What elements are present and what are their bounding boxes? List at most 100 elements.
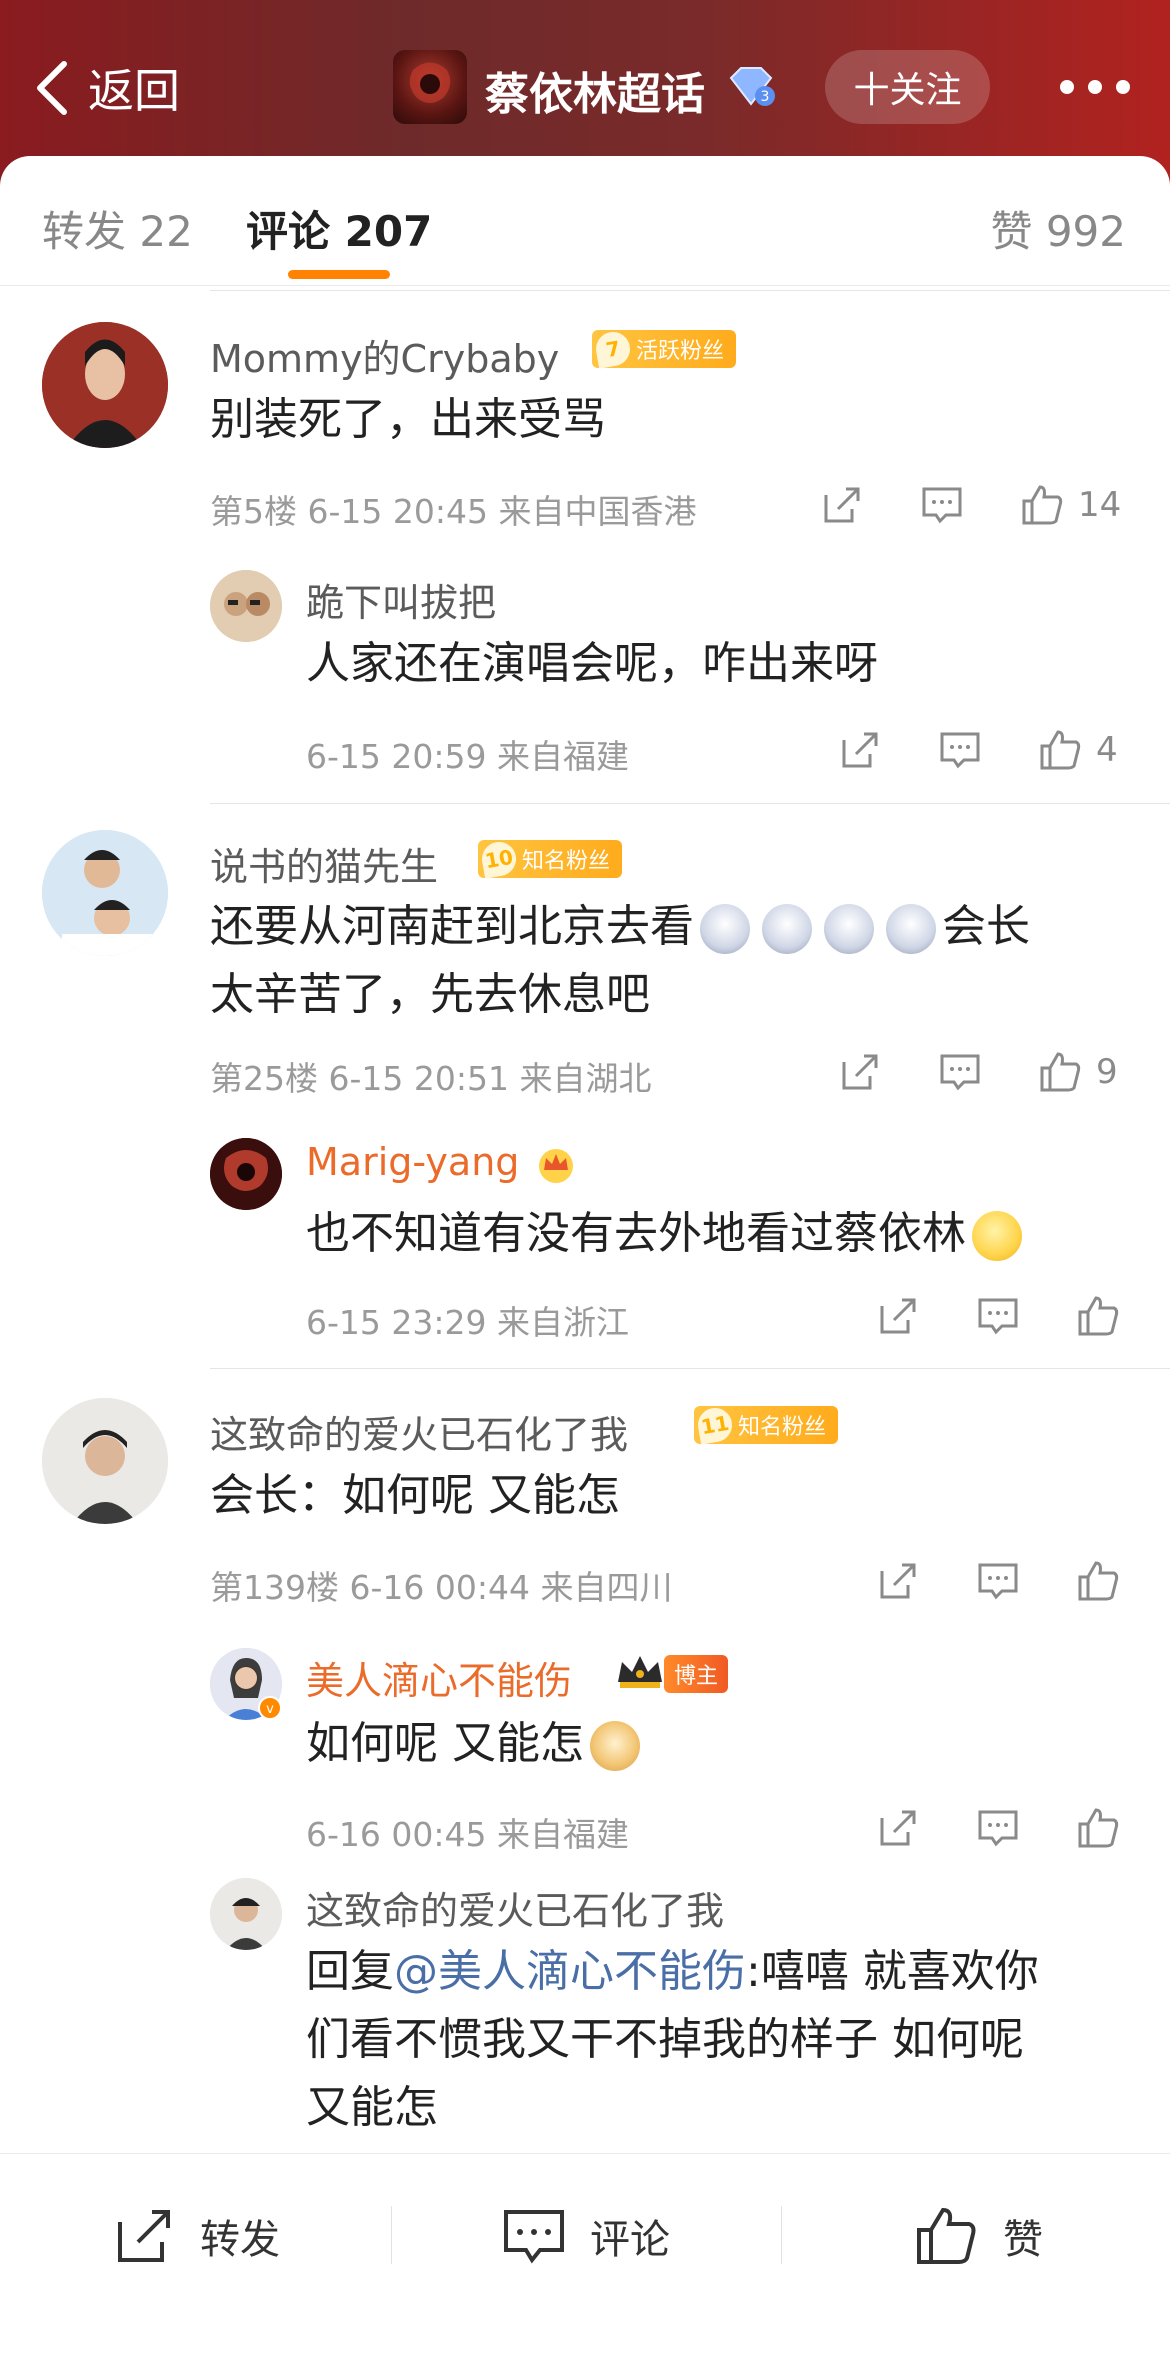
reply-name[interactable]: 美人滴心不能伤 xyxy=(306,1650,572,1705)
reply-name[interactable]: 跪下叫拔把 xyxy=(306,572,496,627)
like-label: 赞 xyxy=(1003,2217,1043,2263)
crown-icon xyxy=(539,1149,573,1183)
more-icon[interactable] xyxy=(1060,80,1130,96)
fan-badge: 11 知名粉丝 xyxy=(694,1405,839,1445)
svg-text:v: v xyxy=(266,1702,274,1717)
comment-label: 评论 xyxy=(590,2217,670,2263)
chevron-left-icon xyxy=(37,61,67,115)
avatar[interactable] xyxy=(210,1878,282,1950)
tab-like[interactable]: 赞 992 xyxy=(990,198,1126,259)
comment-icon[interactable] xyxy=(976,1294,1020,1338)
comment-meta: 第5楼 6-15 20:45 来自中国香港 xyxy=(210,492,697,531)
reply-text: 人家还在演唱会呢，咋出来呀 xyxy=(306,638,878,689)
share-icon xyxy=(118,2210,170,2262)
fan-badge: 7 活跃粉丝 xyxy=(592,329,737,369)
comment-icon xyxy=(504,2210,564,2264)
grimace-emoji-icon xyxy=(886,904,936,954)
fan-level: 7 xyxy=(593,329,633,369)
like-button[interactable]: 赞 xyxy=(915,2206,1043,2266)
fan-badge-label: 知名粉丝 xyxy=(522,849,611,874)
fan-badge-label: 活跃粉丝 xyxy=(636,339,725,364)
share-icon[interactable] xyxy=(876,1559,920,1603)
grimace-emoji-icon xyxy=(824,904,874,954)
follow-button[interactable]: 十关注 xyxy=(825,50,990,124)
smile-emoji-icon xyxy=(972,1211,1022,1261)
reply-name[interactable]: 这致命的爱火已石化了我 xyxy=(306,1880,724,1935)
reply-prefix: 回复 xyxy=(306,1946,394,1997)
comment-icon[interactable] xyxy=(976,1559,1020,1603)
tab-repost[interactable]: 转发 22 xyxy=(42,198,193,259)
share-icon[interactable] xyxy=(876,1806,920,1850)
comment-text: 会长：如何呢 又能怎 xyxy=(210,1470,620,1521)
verified-icon: v xyxy=(258,1696,282,1720)
commenter-name[interactable]: 这致命的爱火已石化了我 xyxy=(210,1404,628,1459)
comment-text-part: 会长 xyxy=(942,901,1030,952)
tab-active-indicator xyxy=(288,270,390,279)
like-icon[interactable] xyxy=(1038,728,1082,772)
share-icon[interactable] xyxy=(820,483,864,527)
avatar[interactable] xyxy=(42,830,168,956)
like-icon[interactable] xyxy=(1076,1806,1120,1850)
divider xyxy=(210,290,1170,291)
like-count: 9 xyxy=(1096,1052,1118,1092)
fan-badge: 10 知名粉丝 xyxy=(478,839,623,879)
repost-label: 转发 xyxy=(200,2217,280,2263)
reply-meta: 6-16 00:45 来自福建 xyxy=(306,1815,629,1854)
reply-text-content: 如何呢 又能怎 xyxy=(306,1718,584,1769)
repost-button[interactable]: 转发 xyxy=(112,2206,280,2266)
comment-actions: 14 xyxy=(820,480,1121,530)
commenter-name[interactable]: Mommy的Crybaby xyxy=(210,328,559,383)
mention-link[interactable]: @美人滴心不能伤 xyxy=(394,1946,746,1997)
tab-bar: 转发 22 评论 207 赞 992 xyxy=(0,156,1170,286)
comment-meta: 第25楼 6-15 20:51 来自湖北 xyxy=(210,1059,652,1098)
share-icon[interactable] xyxy=(838,1050,882,1094)
comment-actions: 9 xyxy=(838,1047,1118,1097)
like-icon[interactable] xyxy=(1076,1559,1120,1603)
reply-text: 也不知道有没有去外地看过蔡依林 xyxy=(306,1200,1028,1268)
avatar[interactable] xyxy=(210,1138,282,1210)
reply-meta: 6-15 20:59 来自福建 xyxy=(306,737,629,776)
crown-icon xyxy=(618,1656,662,1688)
like-count: 4 xyxy=(1096,730,1118,770)
like-icon[interactable] xyxy=(1076,1294,1120,1338)
comment-icon[interactable] xyxy=(976,1806,1020,1850)
comment-icon[interactable] xyxy=(938,1050,982,1094)
svg-text:3: 3 xyxy=(761,89,770,105)
reply-name[interactable]: Marig-yang xyxy=(306,1140,519,1184)
like-icon[interactable] xyxy=(1020,483,1064,527)
share-icon[interactable] xyxy=(838,728,882,772)
reply-text-line3: 又能怎 xyxy=(306,2082,438,2133)
like-icon xyxy=(917,2207,976,2264)
divider xyxy=(210,1368,1170,1369)
reply-actions: 4 xyxy=(838,725,1118,775)
topic-avatar[interactable] xyxy=(393,50,467,124)
like-count: 14 xyxy=(1078,485,1122,525)
back-button[interactable]: 返回 xyxy=(30,55,180,121)
avatar[interactable] xyxy=(210,570,282,642)
like-icon[interactable] xyxy=(1038,1050,1082,1094)
comment-icon[interactable] xyxy=(938,728,982,772)
divider xyxy=(210,803,1170,804)
divider xyxy=(781,2206,782,2264)
back-label: 返回 xyxy=(88,64,180,118)
avatar[interactable] xyxy=(42,1398,168,1524)
fan-level: 11 xyxy=(695,1405,735,1445)
comment-text: 还要从河南赶到北京去看 会长 xyxy=(210,893,1030,961)
fan-badge-label: 知名粉丝 xyxy=(738,1415,827,1440)
reply-text: 回复@美人滴心不能伤:嘻嘻 就喜欢你 xyxy=(306,1938,1039,2006)
comment-button[interactable]: 评论 xyxy=(502,2206,670,2266)
fan-level: 10 xyxy=(479,839,519,879)
grimace-emoji-icon xyxy=(762,904,812,954)
reply-text-line2: 们看不惯我又干不掉我的样子 如何呢 xyxy=(306,2014,1024,2065)
commenter-name[interactable]: 说书的猫先生 xyxy=(210,836,438,891)
share-icon[interactable] xyxy=(876,1294,920,1338)
tab-comment[interactable]: 评论 207 xyxy=(246,198,432,259)
comment-icon[interactable] xyxy=(920,483,964,527)
comment-text-part: 还要从河南赶到北京去看 xyxy=(210,901,694,952)
doge-emoji-icon xyxy=(590,1721,640,1771)
reply-text-content: 也不知道有没有去外地看过蔡依林 xyxy=(306,1208,966,1259)
avatar[interactable] xyxy=(42,322,168,448)
comment-text: 别装死了，出来受骂 xyxy=(210,394,606,445)
owner-badge: 博主 xyxy=(664,1655,729,1693)
comment-actions xyxy=(876,1556,1120,1606)
